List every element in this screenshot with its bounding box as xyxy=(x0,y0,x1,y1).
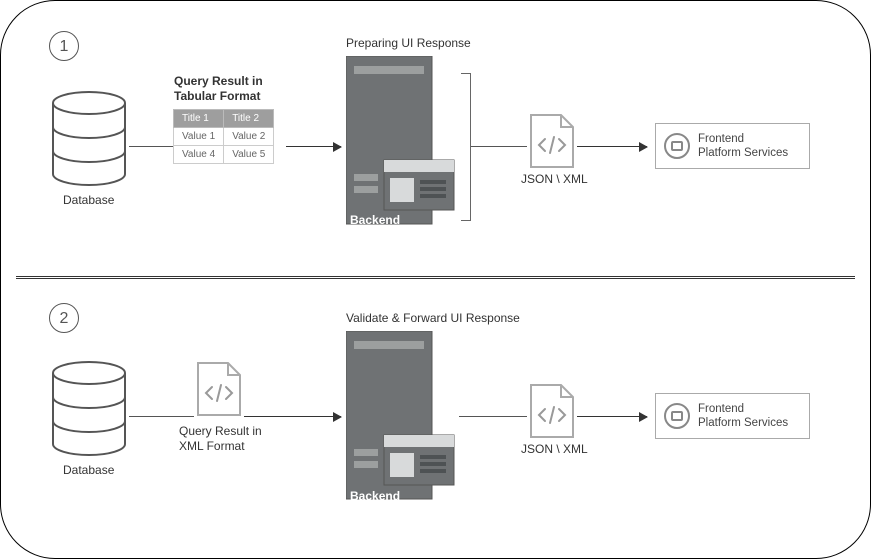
arrow-icon xyxy=(577,416,647,417)
connector-line xyxy=(459,416,527,417)
xml-label-line1: Query Result in xyxy=(179,424,262,438)
table-header-row: Title 1 Title 2 xyxy=(174,110,274,128)
section-divider xyxy=(16,276,855,279)
bracket-icon xyxy=(461,73,471,221)
table-header-cell: Title 2 xyxy=(224,110,274,128)
server-title: Validate & Forward UI Response xyxy=(346,311,520,325)
code-file-icon xyxy=(529,383,575,439)
frontend-box: FrontendPlatform Services xyxy=(655,393,810,439)
query-result-table: Title 1 Title 2 Value 1 Value 2 Value 4 … xyxy=(173,109,274,164)
code-file-icon xyxy=(529,113,575,169)
table-title-line2: Tabular Format xyxy=(174,89,260,103)
server-title: Preparing UI Response xyxy=(346,36,471,50)
step-2-badge: 2 xyxy=(49,303,79,333)
table-row: Value 1 Value 2 xyxy=(174,128,274,146)
monitor-icon xyxy=(664,133,690,159)
frontend-box: FrontendPlatform Services xyxy=(655,123,810,169)
backend-server-icon xyxy=(346,56,456,231)
step-1-badge: 1 xyxy=(49,31,79,61)
table-cell: Value 4 xyxy=(174,146,224,164)
backend-label-line2: Platform Service xyxy=(350,502,445,516)
backend-label-line1: Backend xyxy=(350,489,400,503)
database-icon xyxy=(49,361,129,456)
frontend-label: FrontendPlatform Services xyxy=(698,132,788,161)
xml-label-line2: XML Format xyxy=(179,439,245,453)
backend-label-line2: Platform Service xyxy=(350,227,445,241)
arrow-icon xyxy=(244,416,341,417)
monitor-icon xyxy=(664,403,690,429)
connector-line xyxy=(129,146,173,147)
payload-label: JSON \ XML xyxy=(521,442,588,456)
database-label: Database xyxy=(63,193,114,207)
database-label: Database xyxy=(63,463,114,477)
connector-line xyxy=(471,146,527,147)
table-header-cell: Title 1 xyxy=(174,110,224,128)
diagram-frame: 1 Database Query Result in Tabular Forma… xyxy=(0,0,871,559)
connector-line xyxy=(129,416,194,417)
payload-label: JSON \ XML xyxy=(521,172,588,186)
arrow-icon xyxy=(286,146,341,147)
arrow-icon xyxy=(577,146,647,147)
table-cell: Value 1 xyxy=(174,128,224,146)
step-2-number: 2 xyxy=(60,310,69,327)
table-row: Value 4 Value 5 xyxy=(174,146,274,164)
table-cell: Value 5 xyxy=(224,146,274,164)
code-file-icon xyxy=(196,361,242,417)
database-icon xyxy=(49,91,129,186)
backend-server-icon xyxy=(346,331,456,506)
table-title-line1: Query Result in xyxy=(174,74,263,88)
frontend-label: FrontendPlatform Services xyxy=(698,402,788,431)
step-1-number: 1 xyxy=(60,38,69,55)
table-cell: Value 2 xyxy=(224,128,274,146)
